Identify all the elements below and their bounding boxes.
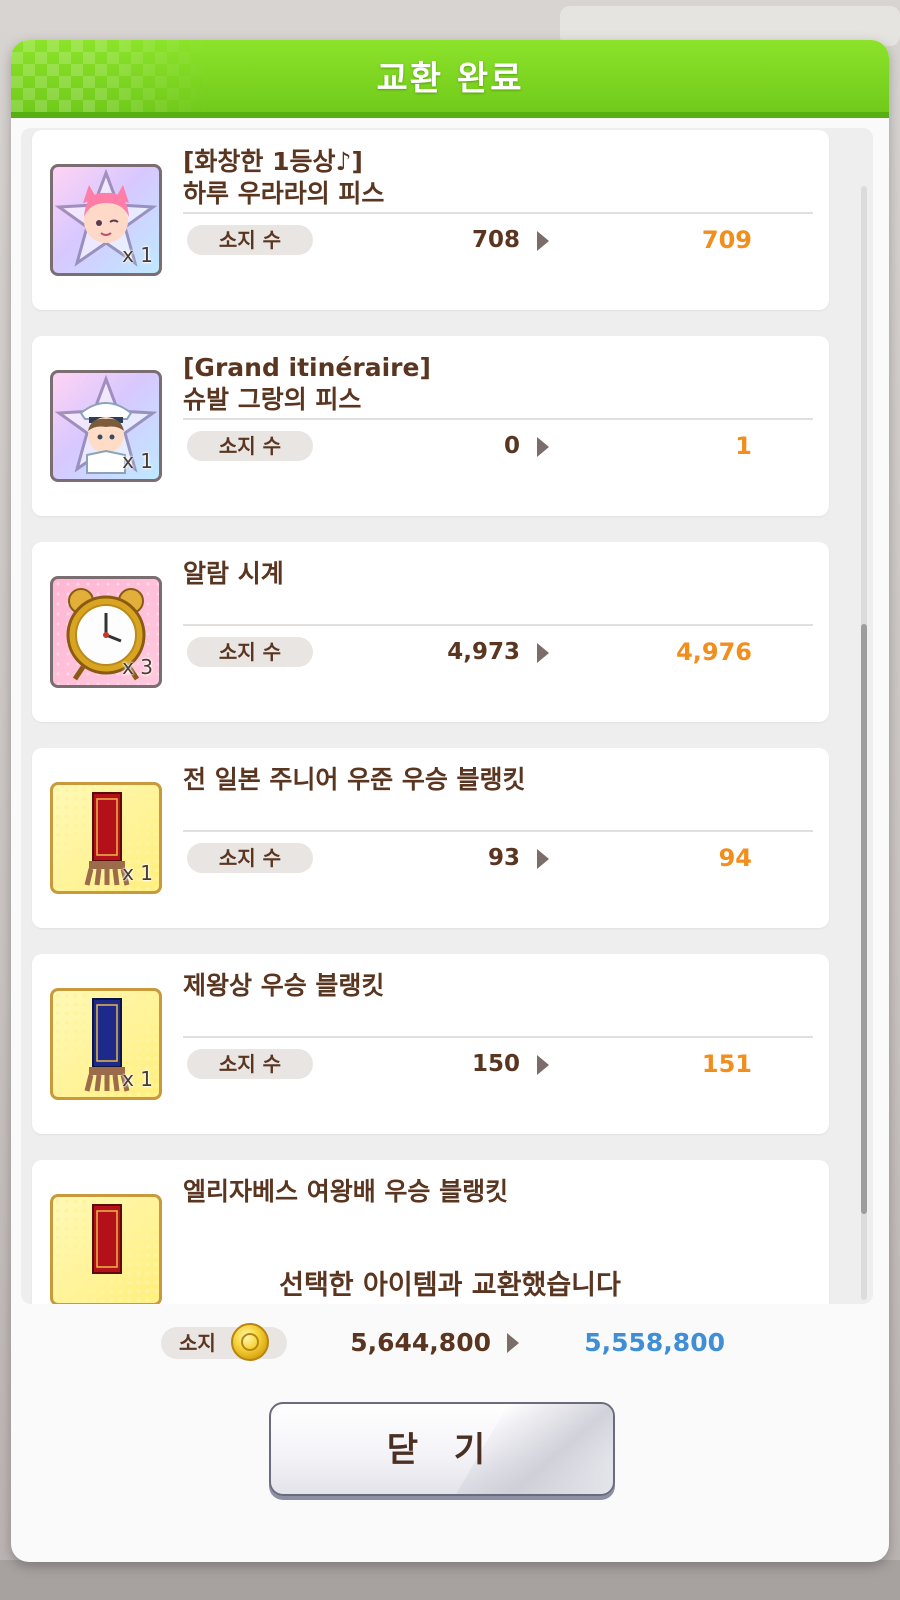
- list-item: x 1 제왕상 우승 블랭킷 소지 수 150 151: [32, 954, 829, 1134]
- exchanged-items-list[interactable]: x 1 [화창한 1등상♪] 하루 우라라의 피스 소지 수 708 709 x…: [21, 128, 873, 1304]
- item-name-line1: 엘리자베스 여왕배 우승 블랭킷: [183, 1177, 509, 1206]
- owned-count-label: 소지 수: [187, 225, 313, 255]
- owned-count-after: 94: [718, 844, 752, 872]
- item-name: 전 일본 주니어 우준 우승 블랭킷: [183, 764, 783, 796]
- haru-urara-piece-icon: x 1: [50, 164, 162, 276]
- dialog-header: 교환 완료: [11, 40, 889, 118]
- item-name: 엘리자베스 여왕배 우승 블랭킷: [183, 1176, 783, 1208]
- arrow-right-icon: [537, 643, 549, 663]
- list-item: x 1 [화창한 1등상♪] 하루 우라라의 피스 소지 수 708 709: [32, 130, 829, 310]
- owned-count-after: 4,976: [676, 638, 752, 666]
- scrollbar-thumb[interactable]: [861, 624, 867, 1214]
- item-name-line2: 슈발 그랑의 피스: [183, 385, 362, 414]
- owned-count-after: 151: [701, 1050, 752, 1078]
- item-name-line2: 하루 우라라의 피스: [183, 179, 385, 208]
- blue-blanket-icon: x 1: [50, 988, 162, 1100]
- close-button[interactable]: 닫 기: [269, 1402, 615, 1496]
- item-name-line1: 제왕상 우승 블랭킷: [183, 971, 385, 1000]
- item-quantity: x 1: [122, 449, 153, 473]
- cheval-grand-piece-icon: x 1: [50, 370, 162, 482]
- divider: [183, 624, 813, 626]
- item-name: [화창한 1등상♪] 하루 우라라의 피스: [183, 146, 783, 210]
- item-quantity: x 1: [122, 243, 153, 267]
- owned-money-label: 소지: [161, 1323, 287, 1361]
- item-name: [Grand itinéraire] 슈발 그랑의 피스: [183, 352, 783, 416]
- arrow-right-icon: [537, 1055, 549, 1075]
- money-after: 5,558,800: [584, 1328, 725, 1357]
- owned-count-label: 소지 수: [187, 637, 313, 667]
- divider: [183, 212, 813, 214]
- divider: [183, 830, 813, 832]
- list-item: x 1 [Grand itinéraire] 슈발 그랑의 피스 소지 수 0 …: [32, 336, 829, 516]
- owned-count-after: 709: [701, 226, 752, 254]
- dialog-title: 교환 완료: [376, 59, 524, 99]
- item-name: 제왕상 우승 블랭킷: [183, 970, 783, 1002]
- arrow-right-icon: [537, 231, 549, 251]
- owned-count-before: 150: [471, 1051, 520, 1077]
- owned-count-before: 0: [503, 433, 520, 459]
- arrow-right-icon: [537, 437, 549, 457]
- red-blanket-icon: x 1: [50, 782, 162, 894]
- divider: [183, 418, 813, 420]
- item-name-line1: 전 일본 주니어 우준 우승 블랭킷: [183, 765, 526, 794]
- owned-count-before: 4,973: [447, 639, 520, 665]
- gold-coin-icon: [231, 1323, 269, 1361]
- item-quantity: x 1: [122, 861, 153, 885]
- item-name-line1: [Grand itinéraire]: [183, 353, 431, 382]
- item-quantity: x 1: [122, 1067, 153, 1091]
- exchange-complete-dialog: 교환 완료 x 1 [화창한 1등상♪] 하루 우라라의 피스 소지 수 708…: [11, 40, 889, 1562]
- item-quantity: x 3: [122, 655, 153, 679]
- divider: [183, 1036, 813, 1038]
- exchange-message: 선택한 아이템과 교환했습니다: [279, 1270, 621, 1301]
- background-bottom-bar: [0, 1560, 900, 1600]
- header-stripe: [11, 112, 889, 118]
- owned-count-after: 1: [735, 432, 752, 460]
- list-item: x 1 전 일본 주니어 우준 우승 블랭킷 소지 수 93 94: [32, 748, 829, 928]
- item-name-line1: 알람 시계: [183, 559, 284, 588]
- owned-count-before: 93: [487, 845, 520, 871]
- list-item: x 3 알람 시계 소지 수 4,973 4,976: [32, 542, 829, 722]
- item-name-line1: [화창한 1등상♪]: [183, 147, 363, 176]
- close-button-label: 닫 기: [386, 1430, 498, 1470]
- owned-count-before: 708: [471, 227, 520, 253]
- money-before: 5,644,800: [350, 1328, 491, 1357]
- arrow-right-icon: [507, 1333, 519, 1353]
- item-name: 알람 시계: [183, 558, 783, 590]
- alarm-clock-icon: x 3: [50, 576, 162, 688]
- owned-count-label: 소지 수: [187, 1049, 313, 1079]
- list-scrollbar[interactable]: [861, 186, 867, 1300]
- owned-label-text: 소지: [179, 1331, 216, 1355]
- arrow-right-icon: [537, 849, 549, 869]
- owned-count-label: 소지 수: [187, 843, 313, 873]
- owned-count-label: 소지 수: [187, 431, 313, 461]
